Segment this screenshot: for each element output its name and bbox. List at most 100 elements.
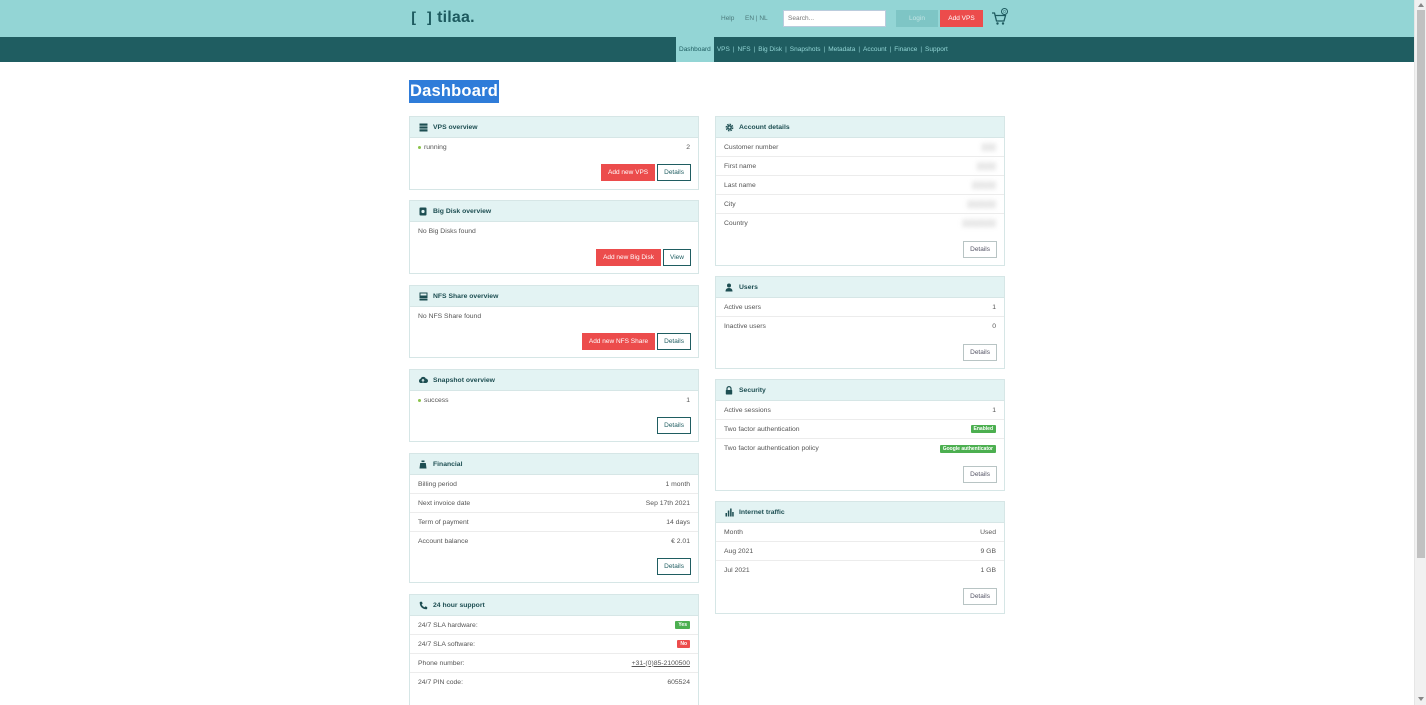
button-group: Details — [963, 241, 997, 258]
language-switcher[interactable]: EN | NL — [745, 15, 768, 22]
table-row: Aug 2021 9 GB — [716, 542, 1004, 561]
row-label: Active users — [724, 303, 762, 311]
lock-icon — [724, 385, 734, 395]
row-label: Account balance — [418, 538, 469, 545]
row-value: 0 — [992, 323, 996, 330]
table-row: Jul 2021 1 GB — [716, 561, 1004, 580]
traffic-details-button[interactable]: Details — [963, 588, 997, 605]
security-details-button[interactable]: Details — [963, 466, 997, 483]
row-label: Two factor authentication policy — [724, 445, 819, 452]
add-vps-button[interactable]: Add VPS — [940, 10, 983, 27]
row-label: City — [724, 200, 736, 208]
card-header: Snapshot overview — [410, 370, 698, 391]
card-header: VPS overview — [410, 117, 698, 138]
phone-icon — [418, 600, 428, 610]
add-new-vps-button[interactable]: Add new VPS — [601, 164, 656, 181]
internet-traffic-card: Internet traffic Month Used Aug 2021 9 GB … — [715, 501, 1005, 614]
redacted-value: ▒▒▒▒ — [976, 162, 996, 170]
button-group: Add new Big Disk View — [596, 249, 691, 266]
empty-text: No NFS Share found — [418, 313, 482, 320]
row-label: Next invoice date — [418, 499, 471, 507]
vps-details-button[interactable]: Details — [657, 164, 691, 181]
table-row: Two factor authentication policy Google a… — [716, 439, 1004, 458]
snapshot-details-button[interactable]: Details — [657, 417, 691, 434]
status-text: success — [424, 397, 449, 404]
login-button[interactable]: Login — [896, 10, 938, 27]
table-header-row: Month Used — [716, 523, 1004, 542]
main-nav: Dashboard VPS | NFS | Big Disk | Snapshots |… — [676, 37, 951, 62]
nav-support[interactable]: Support — [922, 46, 951, 53]
redacted-value: ▒▒▒▒▒▒▒ — [962, 220, 996, 227]
top-header — [0, 0, 1414, 37]
disk-icon — [418, 206, 428, 216]
financial-details-button[interactable]: Details — [657, 558, 691, 575]
sla-software-badge: No — [677, 640, 690, 648]
users-details-button[interactable]: Details — [963, 344, 997, 361]
money-bag-icon — [418, 459, 428, 469]
big-disk-view-button[interactable]: View — [663, 249, 691, 266]
nav-metadata[interactable]: Metadata — [825, 46, 858, 53]
row-label: 24/7 PIN code: — [418, 679, 463, 686]
row-label: Country — [724, 220, 748, 227]
row-label: Active sessions — [724, 406, 771, 414]
card-title: VPS overview — [433, 123, 478, 131]
card-title: Account details — [739, 123, 790, 131]
sla-hardware-badge: Yes — [675, 621, 690, 629]
table-row: Term of payment 14 days — [410, 513, 698, 532]
card-title: Financial — [433, 460, 463, 468]
security-card: Security Active sessions 1 Two factor aut… — [715, 379, 1005, 491]
nav-nfs[interactable]: NFS — [735, 46, 754, 53]
nav-dashboard[interactable]: Dashboard — [676, 37, 714, 62]
snapshot-overview-card: Snapshot overview success 1 Details — [409, 369, 699, 442]
button-group: Details — [963, 344, 997, 361]
account-details-button[interactable]: Details — [963, 241, 997, 258]
card-header: NFS Share overview — [410, 286, 698, 307]
empty-text: No Big Disks found — [418, 228, 476, 235]
nav-snapshots[interactable]: Snapshots — [787, 46, 824, 53]
status-dot-icon — [418, 145, 421, 149]
phone-number-link[interactable]: +31-(0)85-2100500 — [632, 660, 690, 667]
row-value: 14 days — [666, 518, 690, 526]
row-label: Term of payment — [418, 518, 469, 526]
table-row: Inactive users 0 — [716, 317, 1004, 336]
table-row: Two factor authentication Enabled — [716, 420, 1004, 439]
page-scrollbar[interactable] — [1414, 0, 1426, 705]
search-input[interactable] — [783, 10, 886, 27]
user-icon — [724, 282, 734, 292]
cloud-upload-icon — [418, 375, 428, 385]
table-row: Active sessions 1 — [716, 401, 1004, 420]
scroll-up-icon[interactable] — [1418, 3, 1424, 7]
vps-overview-card: VPS overview running 2 Add new VPS Detai… — [409, 116, 699, 190]
nav-finance[interactable]: Finance — [891, 46, 920, 53]
status-count: 1 — [686, 397, 690, 404]
nav-vps[interactable]: VPS — [714, 46, 733, 53]
add-new-big-disk-button[interactable]: Add new Big Disk — [596, 249, 662, 266]
button-group: Details — [963, 588, 997, 605]
card-title: NFS Share overview — [433, 292, 499, 300]
card-header: Users — [716, 277, 1004, 298]
row-label: 24/7 SLA hardware: — [418, 621, 478, 629]
redacted-value: ▒▒▒ — [981, 143, 996, 151]
nav-big-disk[interactable]: Big Disk — [755, 46, 785, 53]
table-row: City ▒▒▒▒▒▒ — [716, 195, 1004, 214]
add-new-nfs-share-button[interactable]: Add new NFS Share — [581, 333, 656, 350]
table-row: Phone number: +31-(0)85-2100500 — [410, 654, 698, 673]
card-title: Security — [739, 386, 766, 394]
bar-chart-icon — [724, 507, 734, 517]
column-header-used: Used — [980, 528, 996, 536]
nav-account[interactable]: Account — [860, 46, 890, 53]
scroll-thumb[interactable] — [1417, 10, 1425, 558]
button-group: Add new VPS Details — [601, 164, 691, 181]
card-title: Big Disk overview — [433, 207, 492, 215]
help-link[interactable]: Help — [721, 15, 734, 22]
status-label: success — [418, 397, 449, 404]
tilaa-logo[interactable]: [ ] tilaa. — [409, 8, 475, 28]
scroll-down-icon[interactable] — [1418, 697, 1424, 701]
row-value: € 2.01 — [671, 538, 690, 545]
row-label: Phone number: — [418, 659, 465, 667]
support-card: 24 hour support 24/7 SLA hardware: Yes 24… — [409, 594, 699, 705]
card-title: 24 hour support — [433, 601, 485, 609]
table-row: Country ▒▒▒▒▒▒▒ — [716, 214, 1004, 233]
nfs-details-button[interactable]: Details — [657, 333, 691, 350]
card-header: Security — [716, 380, 1004, 401]
